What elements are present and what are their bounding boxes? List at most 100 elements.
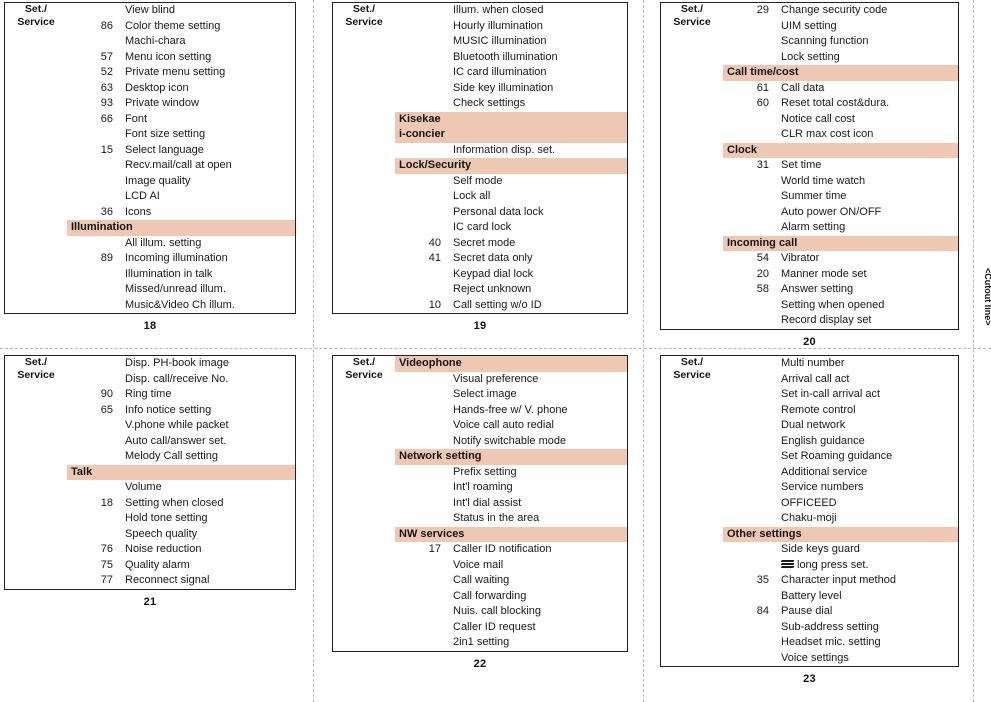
page-reference-number: 63 bbox=[100, 81, 113, 94]
page-reference-number: 54 bbox=[756, 252, 769, 264]
function-label: LCD AI bbox=[125, 190, 160, 202]
page-number: 21 bbox=[143, 595, 157, 608]
function-label: Select language bbox=[125, 143, 204, 156]
page-reference-number: 61 bbox=[756, 81, 769, 94]
page-reference-number: 60 bbox=[756, 97, 769, 109]
function-row: IC card illumination bbox=[395, 65, 627, 81]
section-header: Call time/cost bbox=[723, 65, 958, 81]
function-row: Image quality bbox=[67, 174, 295, 190]
function-label: Remote control bbox=[781, 403, 856, 416]
function-row: Record display set bbox=[723, 313, 958, 329]
function-label: Recv.mail/call at open bbox=[125, 159, 232, 171]
function-label: Private window bbox=[125, 97, 199, 109]
function-row: Setting when opened bbox=[723, 298, 958, 314]
function-row: Recv.mail/call at open bbox=[67, 158, 295, 174]
function-row: 35 Character input method bbox=[723, 573, 958, 589]
page-reference-number: 52 bbox=[100, 66, 113, 78]
page-card-19: Set./Service Illum. when closed Hourly ill… bbox=[332, 2, 628, 332]
function-row: 58 Answer setting bbox=[723, 282, 958, 298]
category-label-line-2: Service bbox=[673, 369, 711, 381]
rows-cell: 29 Change security code UIM setting Scannin… bbox=[723, 3, 959, 330]
function-list-table: Set./Service 29 Change security code UIM se… bbox=[660, 2, 959, 330]
page-reference-number: 89 bbox=[100, 252, 113, 264]
function-label: Icons bbox=[125, 205, 152, 218]
section-header: Lock/Security bbox=[395, 158, 627, 174]
function-label: Set in-call arrival act bbox=[781, 388, 881, 400]
function-row: Prefix setting bbox=[395, 465, 627, 481]
rows-cell: View blind 86 Color theme setting Machi-cha… bbox=[67, 3, 296, 314]
function-row: V.phone while packet bbox=[67, 418, 295, 434]
function-label: Call forwarding bbox=[453, 589, 527, 602]
function-row: All illum. setting bbox=[67, 236, 295, 252]
function-label: Disp. PH-book image bbox=[125, 357, 229, 369]
function-row: Personal data lock bbox=[395, 205, 627, 221]
page-reference-number: 76 bbox=[100, 543, 113, 555]
function-row: Call waiting bbox=[395, 573, 627, 589]
function-row: Side key illumination bbox=[395, 81, 627, 97]
function-label: Lock all bbox=[453, 190, 491, 202]
function-label: Arrival call act bbox=[781, 372, 850, 385]
function-row: Caller ID request bbox=[395, 620, 627, 636]
function-label: Set time bbox=[781, 159, 822, 171]
function-label: Desktop icon bbox=[125, 81, 189, 94]
page-reference-number: 17 bbox=[428, 543, 441, 555]
function-row: CLR max cost icon bbox=[723, 127, 958, 143]
function-label: Voice settings bbox=[781, 651, 849, 664]
function-label: Personal data lock bbox=[453, 205, 544, 218]
function-row: Disp. call/receive No. bbox=[67, 372, 295, 388]
function-label: Check settings bbox=[453, 97, 526, 109]
function-row: 93 Private window bbox=[67, 96, 295, 112]
function-label: Side key illumination bbox=[453, 81, 554, 94]
function-row: Dual network bbox=[723, 418, 958, 434]
function-label: World time watch bbox=[781, 174, 866, 187]
function-row-list: Videophone Visual preference Select image H… bbox=[395, 356, 627, 651]
function-row: IC card lock bbox=[395, 220, 627, 236]
function-label: Manner mode set bbox=[781, 267, 867, 280]
function-label: Pause dial bbox=[781, 605, 833, 617]
function-label: Keypad dial lock bbox=[453, 267, 534, 280]
function-label: Service numbers bbox=[781, 481, 864, 493]
function-row: English guidance bbox=[723, 434, 958, 450]
function-label: UIM setting bbox=[781, 19, 837, 32]
function-label: Auto call/answer set. bbox=[125, 434, 227, 447]
function-row: Set Roaming guidance bbox=[723, 449, 958, 465]
category-label-line-1: Set./ bbox=[352, 356, 376, 368]
function-label: Change security code bbox=[781, 4, 888, 16]
function-row: Arrival call act bbox=[723, 372, 958, 388]
section-header: NW services bbox=[395, 526, 627, 542]
function-label: Battery level bbox=[781, 589, 842, 602]
function-row: 60 Reset total cost&dura. bbox=[723, 96, 958, 112]
page-number: 22 bbox=[473, 657, 487, 670]
function-label: Select image bbox=[453, 388, 517, 400]
function-row: Int'l dial assist bbox=[395, 496, 627, 512]
page-card-22: Set./Service Videophone Visual preference S… bbox=[332, 355, 628, 670]
function-label: View blind bbox=[125, 4, 175, 16]
function-label: English guidance bbox=[781, 434, 865, 447]
function-label: Call setting w/o ID bbox=[453, 298, 542, 311]
function-row: MUSIC illumination bbox=[395, 34, 627, 50]
function-row: 76 Noise reduction bbox=[67, 542, 295, 558]
page-reference-number: 36 bbox=[100, 205, 113, 218]
function-row: Scanning function bbox=[723, 34, 958, 50]
function-label: Setting when opened bbox=[781, 298, 885, 311]
section-header: Incoming call bbox=[723, 235, 958, 251]
function-row-list: Disp. PH-book image Disp. call/receive No… bbox=[67, 356, 295, 589]
function-label: Call waiting bbox=[453, 574, 510, 586]
function-row: Status in the area bbox=[395, 511, 627, 527]
function-row: Illum. when closed bbox=[395, 3, 627, 19]
function-label: Int'l dial assist bbox=[453, 496, 522, 509]
function-label: Lock setting bbox=[781, 50, 840, 63]
function-row: 15 Select language bbox=[67, 143, 295, 159]
function-label: Int'l roaming bbox=[453, 481, 513, 493]
function-row: Check settings bbox=[395, 96, 627, 112]
function-row: Alarm setting bbox=[723, 220, 958, 236]
section-header: Kisekae bbox=[395, 111, 627, 127]
function-row: Multi number bbox=[723, 356, 958, 372]
function-row: Service numbers bbox=[723, 480, 958, 496]
function-label: Secret mode bbox=[453, 236, 516, 249]
category-cell: Set./Service bbox=[661, 3, 724, 330]
category-label-line-2: Service bbox=[345, 369, 383, 381]
function-row: UIM setting bbox=[723, 19, 958, 35]
page-number: 19 bbox=[473, 320, 487, 332]
function-label: Set Roaming guidance bbox=[781, 450, 893, 462]
